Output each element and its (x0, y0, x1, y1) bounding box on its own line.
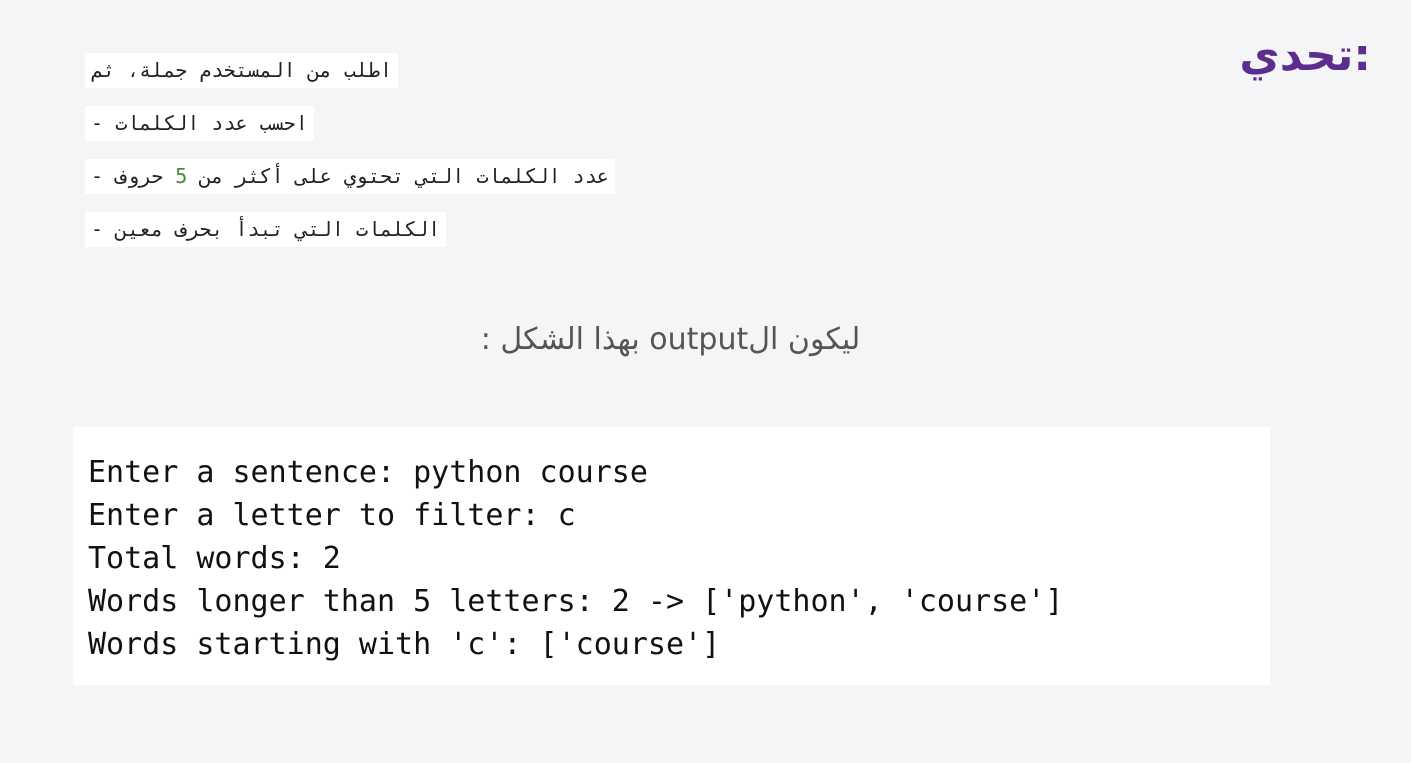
task-line-long-words: عدد الكلمات التي تحتوي على أكثر من 5 حرو… (85, 159, 615, 194)
task-description: اطلب من المستخدم جملة، ثم احسب عدد الكلم… (85, 53, 885, 265)
challenge-title: تحدي: (1239, 30, 1371, 81)
task-line-starting-letter: الكلمات التي تبدأ بحرف معين - (85, 212, 447, 247)
output-line: Words starting with 'c': ['course'] (88, 627, 721, 662)
task-line-long-words-before: عدد الكلمات التي تحتوي على أكثر من (187, 164, 609, 188)
task-line-long-words-after: حروف - (91, 164, 176, 188)
task-line-intro: اطلب من المستخدم جملة، ثم (85, 53, 399, 88)
output-caption: ليكون الoutput بهذا الشكل : (480, 322, 861, 357)
sample-output-block: Enter a sentence: python course Enter a … (73, 427, 1270, 685)
output-line: Enter a sentence: python course (88, 455, 648, 490)
output-line: Words longer than 5 letters: 2 -> ['pyth… (88, 584, 1064, 619)
task-line-count-words: احسب عدد الكلمات - (85, 106, 314, 141)
task-line-long-words-number: 5 (175, 164, 188, 188)
output-line: Total words: 2 (88, 541, 341, 576)
output-line: Enter a letter to filter: c (88, 498, 576, 533)
